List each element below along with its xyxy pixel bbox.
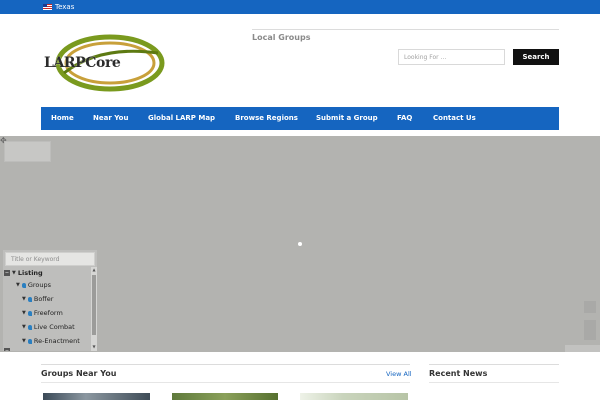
category-tree: − ▼ Listing ▼ Groups ▼ Boffer ▼ Freeform ▼ Liv… <box>3 267 91 351</box>
tree-item-collapsed[interactable]: − <box>4 345 12 351</box>
main-nav: Home Near You Global LARP Map Browse Reg… <box>41 107 559 130</box>
group-thumbnail[interactable] <box>172 393 278 400</box>
tree-item-re-enactment[interactable]: ▼ Re-Enactment <box>22 335 80 347</box>
search-input[interactable] <box>398 49 505 65</box>
scroll-down-icon[interactable]: ▼ <box>91 344 97 350</box>
view-all-link[interactable]: View All <box>386 370 412 378</box>
nav-submit-group[interactable]: Submit a Group <box>316 107 378 130</box>
nav-faq[interactable]: FAQ <box>397 107 412 130</box>
nav-global-larp-map[interactable]: Global LARP Map <box>148 107 215 130</box>
nav-browse-regions[interactable]: Browse Regions <box>235 107 298 130</box>
tree-item-live-combat[interactable]: ▼ Live Combat <box>22 321 75 333</box>
map-filter-panel: −▼Listing ▼Groups ▼Boffer ▼Freeform ▼Liv… <box>3 250 97 351</box>
keyword-input[interactable] <box>5 252 95 266</box>
nav-contact-us[interactable]: Contact Us <box>433 107 476 130</box>
chevron-down-icon: ▼ <box>22 338 26 344</box>
site-logo[interactable]: LARPCore <box>40 33 166 93</box>
groups-near-you-heading: Groups Near You <box>41 369 117 378</box>
chevron-down-icon: ▼ <box>22 296 26 302</box>
map-type-control[interactable] <box>4 141 51 162</box>
group-thumbnail[interactable] <box>300 393 408 400</box>
chevron-down-icon: ▼ <box>16 282 20 288</box>
logo-wordmark: LARPCore <box>44 55 121 71</box>
chevron-down-icon: ▼ <box>22 324 26 330</box>
zoom-control[interactable] <box>584 320 596 340</box>
section-divider <box>429 364 559 365</box>
nav-near-you[interactable]: Near You <box>93 107 128 130</box>
collapse-icon[interactable]: − <box>4 348 10 351</box>
chevron-down-icon: ▼ <box>12 270 16 276</box>
map-pin-icon <box>27 338 32 344</box>
map-pin-icon <box>27 296 32 302</box>
recent-news-heading: Recent News <box>429 369 488 378</box>
tree-item-boffer[interactable]: ▼ Boffer <box>22 293 53 305</box>
map-pin-icon <box>21 282 26 288</box>
group-thumbnail[interactable] <box>43 393 150 400</box>
header-divider <box>252 29 559 30</box>
section-underline <box>41 382 410 383</box>
tree-scrollbar[interactable]: ▲ ▼ <box>91 267 97 351</box>
map-attribution <box>565 345 600 352</box>
us-flag-icon <box>43 4 52 10</box>
nav-home[interactable]: Home <box>51 107 74 130</box>
map-pin-icon <box>27 324 32 330</box>
map-pin-icon <box>27 310 32 316</box>
tree-item-freeform[interactable]: ▼ Freeform <box>22 307 63 319</box>
section-underline <box>429 382 559 383</box>
fullscreen-control[interactable] <box>584 301 596 313</box>
region-link[interactable]: Texas <box>55 2 74 12</box>
scroll-up-icon[interactable]: ▲ <box>91 267 97 273</box>
chevron-down-icon: ▼ <box>22 310 26 316</box>
tree-item-listing[interactable]: − ▼ Listing <box>4 267 43 279</box>
header-label: Local Groups <box>252 33 311 42</box>
search-button[interactable]: Search <box>513 49 559 65</box>
top-bar: Texas <box>0 0 600 14</box>
collapse-icon[interactable]: − <box>4 270 10 276</box>
tree-item-groups[interactable]: ▼ Groups <box>16 279 51 291</box>
map-marker[interactable] <box>298 242 302 246</box>
scroll-thumb[interactable] <box>92 275 96 335</box>
section-divider <box>41 364 410 365</box>
